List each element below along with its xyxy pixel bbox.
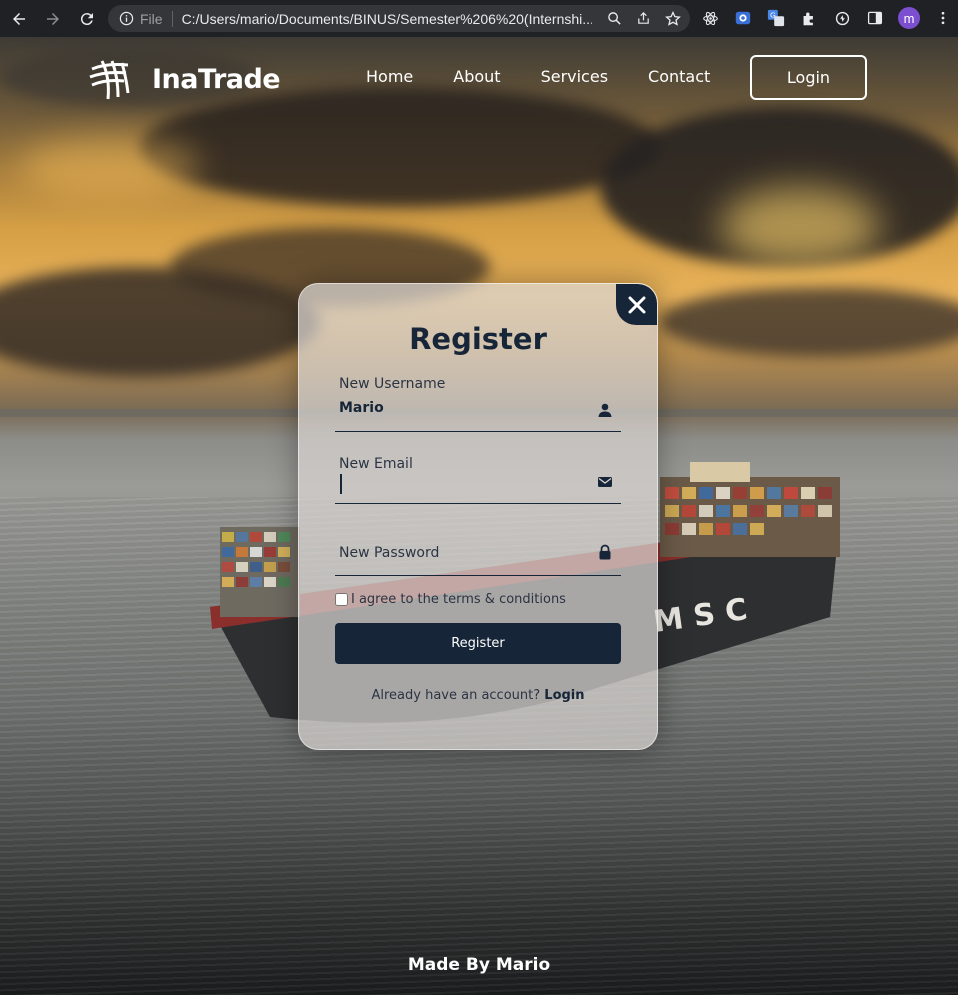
terms-checkbox[interactable] bbox=[335, 593, 348, 606]
register-title: Register bbox=[409, 322, 547, 356]
zoom-icon[interactable] bbox=[605, 9, 624, 28]
login-prompt: Already have an account? Login bbox=[299, 688, 657, 703]
nav-link-contact[interactable]: Contact bbox=[648, 67, 710, 86]
react-devtools-icon[interactable] bbox=[700, 7, 720, 29]
main-nav: Home About Services Contact bbox=[366, 67, 750, 86]
terms-label: I agree to the terms & conditions bbox=[351, 592, 566, 607]
back-arrow-icon bbox=[13, 12, 25, 25]
register-submit-button[interactable]: Register bbox=[335, 623, 621, 664]
back-button[interactable] bbox=[4, 4, 34, 34]
header-login-button[interactable]: Login bbox=[750, 55, 867, 100]
email-input[interactable] bbox=[339, 480, 579, 496]
refresh-extension-icon[interactable] bbox=[832, 7, 852, 29]
forward-button[interactable] bbox=[38, 4, 68, 34]
screen-capture-icon[interactable] bbox=[733, 7, 753, 29]
email-label: New Email bbox=[339, 456, 413, 472]
share-icon[interactable] bbox=[634, 9, 653, 28]
register-modal: Register New Username New Email New Pass… bbox=[298, 283, 658, 750]
browser-toolbar: File C:/Users/mario/Documents/BINUS/Seme… bbox=[0, 0, 958, 37]
username-input[interactable] bbox=[339, 400, 579, 416]
lock-icon bbox=[599, 544, 611, 560]
text-cursor bbox=[340, 474, 342, 494]
close-icon bbox=[628, 296, 645, 313]
omnibox-divider bbox=[171, 10, 173, 27]
person-icon bbox=[598, 403, 612, 417]
password-label: New Password bbox=[339, 545, 440, 561]
terms-checkbox-row[interactable]: I agree to the terms & conditions bbox=[335, 592, 566, 607]
password-field[interactable]: New Password bbox=[335, 530, 621, 576]
svg-text:G: G bbox=[770, 11, 776, 20]
footer-credit: Made By Mario bbox=[407, 955, 551, 975]
info-icon[interactable] bbox=[118, 11, 134, 27]
site-header: InaTrade Home About Services Contact Log… bbox=[0, 37, 958, 117]
sun-glow bbox=[20, 137, 200, 197]
bookmark-star-icon[interactable] bbox=[663, 9, 682, 28]
extensions-puzzle-icon[interactable] bbox=[799, 7, 819, 29]
envelope-icon bbox=[598, 477, 612, 487]
reload-button[interactable] bbox=[72, 4, 102, 34]
email-field[interactable]: New Email bbox=[335, 454, 621, 504]
login-prompt-text: Already have an account? bbox=[371, 688, 541, 703]
translate-icon[interactable]: G bbox=[766, 7, 786, 29]
url-text[interactable]: C:/Users/mario/Documents/BINUS/Semester%… bbox=[182, 11, 592, 27]
side-panel-icon[interactable] bbox=[865, 7, 885, 29]
forward-arrow-icon bbox=[47, 12, 59, 25]
sun-glow bbox=[720, 187, 880, 267]
cloud bbox=[660, 287, 958, 357]
url-scheme-label: File bbox=[140, 10, 163, 27]
login-link[interactable]: Login bbox=[544, 688, 584, 703]
profile-avatar[interactable]: m bbox=[898, 7, 920, 29]
more-menu-icon[interactable] bbox=[933, 7, 953, 29]
nav-link-home[interactable]: Home bbox=[366, 67, 413, 86]
address-bar[interactable]: File C:/Users/mario/Documents/BINUS/Seme… bbox=[108, 5, 690, 32]
brand-logo[interactable]: InaTrade bbox=[88, 57, 281, 101]
brand-name: InaTrade bbox=[152, 63, 281, 95]
inatrade-logo-icon bbox=[89, 60, 130, 100]
username-field[interactable]: New Username bbox=[335, 374, 621, 432]
username-label: New Username bbox=[339, 376, 446, 392]
nav-link-about[interactable]: About bbox=[453, 67, 500, 86]
nav-link-services[interactable]: Services bbox=[541, 67, 608, 86]
close-modal-button[interactable] bbox=[616, 284, 657, 325]
reload-icon bbox=[80, 12, 93, 25]
